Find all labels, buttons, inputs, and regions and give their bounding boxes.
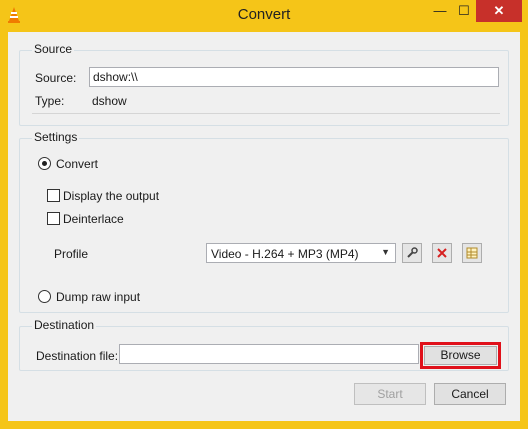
wrench-icon	[407, 247, 418, 258]
settings-group: Settings Convert Display the output Dein…	[19, 130, 509, 313]
close-button[interactable]: ✕	[476, 0, 522, 22]
profile-dropdown-value: Video - H.264 + MP3 (MP4)	[211, 247, 359, 261]
destination-file-label: Destination file:	[36, 349, 119, 363]
source-group-label: Source	[32, 42, 75, 56]
convert-radio[interactable]	[38, 157, 51, 170]
edit-profile-button[interactable]	[402, 243, 422, 263]
new-profile-button[interactable]	[462, 243, 482, 263]
convert-dialog: Convert — ☐ ✕ Source Source: dshow:\\ Ty…	[0, 0, 528, 429]
source-divider	[32, 113, 500, 114]
destination-group: Destination Destination file: Browse	[19, 318, 509, 371]
maximize-button[interactable]: ☐	[452, 0, 476, 22]
dialog-body: Source Source: dshow:\\ Type: dshow Sett…	[8, 32, 520, 421]
profile-dropdown[interactable]: Video - H.264 + MP3 (MP4) ▼	[206, 243, 396, 263]
destination-file-input[interactable]	[119, 344, 419, 364]
cancel-button[interactable]: Cancel	[434, 383, 506, 405]
display-output-label[interactable]: Display the output	[63, 189, 159, 203]
source-input[interactable]: dshow:\\	[89, 67, 499, 87]
browse-button[interactable]: Browse	[424, 346, 497, 365]
type-value: dshow	[92, 94, 127, 108]
minimize-button[interactable]: —	[428, 0, 452, 22]
grid-table-icon	[466, 247, 478, 259]
source-group: Source Source: dshow:\\ Type: dshow	[19, 42, 509, 126]
type-label: Type:	[35, 94, 65, 108]
convert-radio-label[interactable]: Convert	[56, 157, 98, 171]
red-x-icon	[437, 248, 447, 258]
title-bar[interactable]: Convert — ☐ ✕	[0, 0, 528, 32]
dump-raw-radio[interactable]	[38, 290, 51, 303]
destination-group-label: Destination	[32, 318, 97, 332]
chevron-down-icon: ▼	[381, 247, 390, 257]
deinterlace-label[interactable]: Deinterlace	[63, 212, 124, 226]
settings-group-label: Settings	[32, 130, 80, 144]
display-output-checkbox[interactable]	[47, 189, 60, 202]
delete-profile-button[interactable]	[432, 243, 452, 263]
deinterlace-checkbox[interactable]	[47, 212, 60, 225]
dump-raw-label[interactable]: Dump raw input	[56, 290, 140, 304]
profile-label: Profile	[54, 247, 89, 261]
source-label: Source:	[35, 71, 77, 85]
start-button[interactable]: Start	[354, 383, 426, 405]
